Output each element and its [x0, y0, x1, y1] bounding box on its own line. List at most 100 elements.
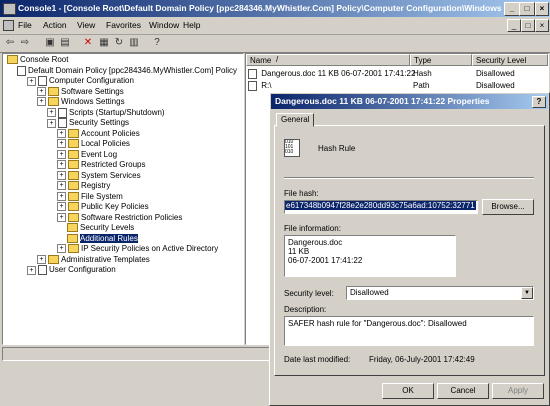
folder-icon — [68, 244, 79, 254]
expand-toggle-icon[interactable]: + — [27, 265, 36, 275]
tree-item[interactable]: + File System — [57, 192, 123, 202]
close-button[interactable]: × — [535, 2, 549, 16]
restore-button[interactable]: □ — [519, 2, 535, 16]
refresh-icon[interactable]: ↻ — [113, 37, 125, 48]
menu-window[interactable]: Window — [149, 20, 179, 30]
folder-icon — [7, 55, 18, 65]
tree-item[interactable]: Additional Rules — [67, 233, 138, 244]
tree-item[interactable]: + System Services — [57, 171, 141, 181]
user-icon — [38, 265, 47, 275]
expand-toggle-icon[interactable]: + — [37, 86, 46, 96]
column-security-level[interactable]: Security Level — [472, 54, 548, 66]
menu-minimize-button[interactable]: _ — [507, 19, 521, 32]
hash-rule-icon: 010 101 010 — [284, 139, 300, 157]
menu-view[interactable]: View — [77, 20, 95, 30]
tree-item-label: Event Log — [81, 149, 118, 159]
tree-item-label: Scripts (Startup/Shutdown) — [69, 107, 165, 117]
menu-restore-button[interactable]: □ — [521, 19, 535, 32]
tree-item[interactable]: + Security Settings — [47, 118, 129, 128]
tree-item[interactable]: + Windows Settings — [37, 97, 125, 107]
menu-close-button[interactable]: × — [535, 19, 549, 32]
list-item-name: Dangerous.doc 11 KB 06-07-2001 17:41:22 — [261, 69, 416, 78]
expand-toggle-icon[interactable]: + — [37, 97, 46, 107]
file-info-label: File information: — [284, 224, 341, 233]
description-value: SAFER hash rule for "Dangerous.doc": Dis… — [288, 319, 467, 328]
path-rule-icon — [248, 80, 257, 91]
tree-item[interactable]: + Restricted Groups — [57, 160, 145, 170]
list-item-level: Disallowed — [476, 81, 515, 90]
list-item-level: Disallowed — [476, 69, 515, 78]
expand-toggle-icon[interactable]: + — [57, 149, 66, 159]
tree-item[interactable]: + Event Log — [57, 150, 117, 160]
description-field[interactable]: SAFER hash rule for "Dangerous.doc": Dis… — [284, 316, 534, 346]
export-icon[interactable]: ▥ — [128, 37, 140, 48]
tree-item[interactable]: + Computer Configuration — [27, 76, 134, 86]
tree-item[interactable]: Default Domain Policy [ppc284346.MyWhist… — [17, 65, 237, 76]
expand-toggle-icon[interactable]: + — [37, 254, 46, 264]
tree-item[interactable]: + Registry — [57, 181, 110, 191]
chevron-down-icon[interactable]: ▼ — [521, 287, 533, 299]
expand-toggle-icon[interactable]: + — [57, 181, 66, 191]
tree-item[interactable]: + Local Policies — [57, 139, 130, 149]
folder-icon — [67, 233, 78, 243]
expand-toggle-icon[interactable]: + — [57, 160, 66, 170]
expand-toggle-icon[interactable]: + — [57, 202, 66, 212]
file-hash-field[interactable]: e617348b0947f28e2e280dd93c75a6ad:10752:3… — [284, 200, 478, 214]
separator — [284, 177, 534, 179]
properties-icon[interactable]: ▦ — [98, 37, 110, 48]
tree-item[interactable]: + Account Policies — [57, 129, 140, 139]
menu-favorites[interactable]: Favorites — [106, 20, 141, 30]
shield-icon — [58, 118, 67, 128]
delete-icon[interactable]: ✕ — [82, 37, 94, 48]
expand-toggle-icon[interactable]: + — [57, 244, 66, 254]
tree-item[interactable]: + Public Key Policies — [57, 202, 149, 212]
expand-toggle-icon[interactable]: + — [57, 170, 66, 180]
tree-item-label: IP Security Policies on Active Directory — [81, 244, 219, 253]
menu-help[interactable]: Help — [183, 20, 200, 30]
file-info-box[interactable]: Dangerous.doc 11 KB 06-07-2001 17:41:22 — [284, 235, 456, 277]
list-item[interactable]: R:\ Path Disallowed — [248, 80, 546, 91]
browse-button[interactable]: Browse... — [482, 199, 534, 215]
column-type[interactable]: Type — [410, 54, 472, 66]
tree-item[interactable]: + Software Settings — [37, 87, 124, 97]
tree-item[interactable]: + IP Security Policies on Active Director… — [57, 244, 218, 254]
menu-action[interactable]: Action — [43, 20, 67, 30]
computer-icon — [38, 76, 47, 86]
cancel-button[interactable]: Cancel — [437, 383, 489, 399]
expand-toggle-icon[interactable]: + — [57, 212, 66, 222]
date-modified-label: Date last modified: — [284, 355, 351, 364]
folder-icon — [67, 223, 78, 233]
expand-toggle-icon[interactable]: + — [57, 191, 66, 201]
description-label: Description: — [284, 305, 327, 314]
tree-item[interactable]: + User Configuration — [27, 265, 116, 275]
tree-item[interactable]: + Scripts (Startup/Shutdown) — [47, 107, 165, 118]
apply-button[interactable]: Apply — [492, 383, 544, 399]
help-icon[interactable]: ? — [151, 37, 163, 48]
dialog-help-button[interactable]: ? — [532, 96, 546, 108]
up-folder-icon[interactable]: ▣ — [44, 37, 56, 48]
tree-item-label: Security Levels — [80, 223, 135, 232]
ok-button[interactable]: OK — [382, 383, 434, 399]
tree-item[interactable]: Security Levels — [67, 223, 134, 233]
list-item[interactable]: Dangerous.doc 11 KB 06-07-2001 17:41:22 … — [248, 68, 546, 79]
column-name[interactable]: Name — [246, 54, 410, 66]
folder-icon — [68, 170, 79, 180]
expand-toggle-icon[interactable]: + — [57, 139, 66, 149]
tree-item-label: Default Domain Policy [ppc284346.MyWhist… — [28, 65, 237, 75]
tree-item[interactable]: + Software Restriction Policies — [57, 213, 182, 223]
show-tree-icon[interactable]: ▤ — [59, 37, 71, 48]
tree-item-label: Public Key Policies — [81, 202, 149, 211]
back-icon[interactable]: ⇦ — [4, 37, 16, 48]
console-app-icon — [3, 3, 16, 15]
menu-file[interactable]: File — [18, 20, 32, 30]
minimize-button[interactable]: _ — [504, 2, 520, 16]
expand-toggle-icon[interactable]: + — [57, 128, 66, 138]
forward-icon[interactable]: ⇨ — [19, 37, 31, 48]
tree-item[interactable]: + Administrative Templates — [37, 255, 150, 265]
expand-toggle-icon[interactable]: + — [27, 76, 36, 86]
tab-general[interactable]: General — [276, 113, 314, 127]
expand-toggle-icon[interactable]: + — [47, 118, 56, 128]
tree-item[interactable]: Console Root — [7, 55, 68, 65]
security-level-select[interactable]: Disallowed ▼ — [346, 286, 534, 300]
expand-toggle-icon[interactable]: + — [47, 108, 56, 117]
